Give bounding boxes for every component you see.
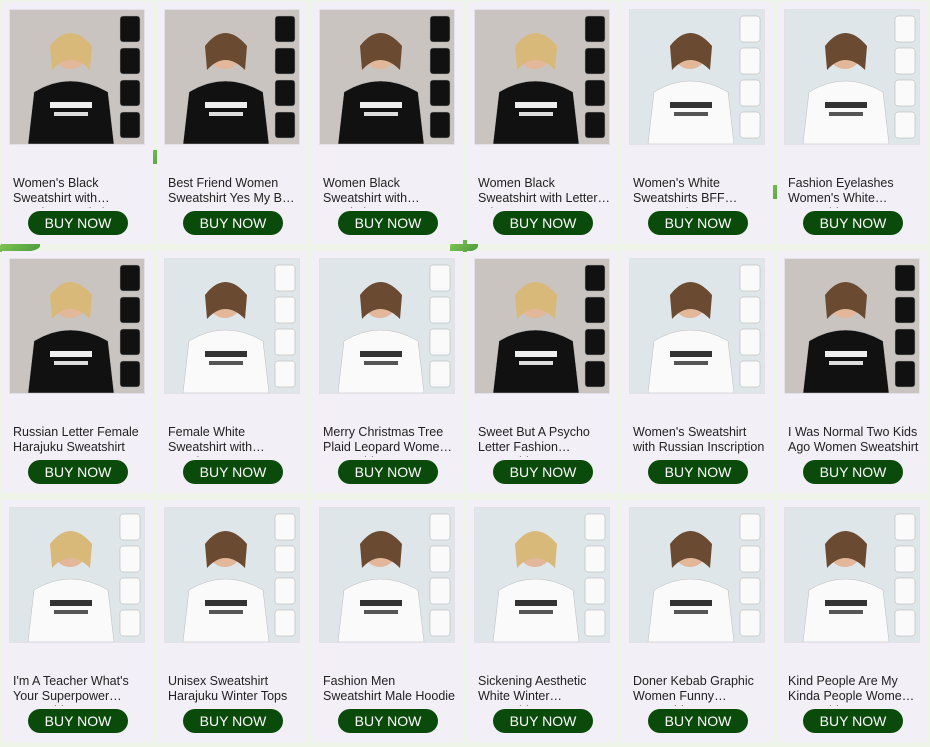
product-title[interactable]: Russian Letter Female Harajuku Sweatshir…	[13, 425, 145, 457]
product-image[interactable]	[319, 258, 455, 394]
buy-now-button[interactable]: BUY NOW	[648, 709, 748, 733]
buy-now-button[interactable]: BUY NOW	[28, 460, 128, 484]
product-title[interactable]: Kind People Are My Kinda People Women Sw…	[788, 674, 920, 706]
product-card[interactable]: Women's Sweatshirt with Russian Inscript…	[622, 251, 773, 493]
product-card[interactable]: Merry Christmas Tree Plaid Leopard Women…	[312, 251, 463, 493]
buy-now-button[interactable]: BUY NOW	[338, 709, 438, 733]
product-title[interactable]: Unisex Sweatshirt Harajuku Winter Tops	[168, 674, 300, 706]
product-title[interactable]: Women Black Sweatshirt with Inscription	[323, 176, 455, 208]
product-card[interactable]: Women Black Sweatshirt with Letter Print…	[467, 2, 618, 244]
product-image[interactable]	[784, 9, 920, 145]
product-title[interactable]: Sweet But A Psycho Letter Fashion Sweats…	[478, 425, 610, 457]
buy-now-button[interactable]: BUY NOW	[493, 211, 593, 235]
product-title[interactable]: Sickening Aesthetic White Winter Sweatsh…	[478, 674, 610, 706]
buy-now-button[interactable]: BUY NOW	[338, 211, 438, 235]
buy-now-button[interactable]: BUY NOW	[183, 709, 283, 733]
product-card[interactable]: Fashion Eyelashes Women's White Sweatshi…	[777, 2, 928, 244]
buy-now-button[interactable]: BUY NOW	[28, 709, 128, 733]
product-title[interactable]: Merry Christmas Tree Plaid Leopard Women…	[323, 425, 455, 457]
product-card[interactable]: Women's White Sweatshirts BFF Burger Fri…	[622, 2, 773, 244]
product-image[interactable]	[164, 507, 300, 643]
product-image[interactable]	[474, 9, 610, 145]
product-image[interactable]	[629, 9, 765, 145]
buy-now-button[interactable]: BUY NOW	[493, 460, 593, 484]
product-image[interactable]	[474, 507, 610, 643]
buy-now-button[interactable]: BUY NOW	[648, 211, 748, 235]
product-image[interactable]	[9, 258, 145, 394]
buy-now-button[interactable]: BUY NOW	[803, 709, 903, 733]
product-title[interactable]: Doner Kebab Graphic Women Funny Sweatshi…	[633, 674, 765, 706]
product-image[interactable]	[164, 258, 300, 394]
product-image[interactable]	[164, 9, 300, 145]
product-card[interactable]: Best Friend Women Sweatshirt Yes My BFF …	[157, 2, 308, 244]
product-title[interactable]: I Was Normal Two Kids Ago Women Sweatshi…	[788, 425, 920, 457]
product-grid: Women's Black Sweatshirt with Russian In…	[2, 2, 928, 742]
product-title[interactable]: Fashion Eyelashes Women's White Sweatshi…	[788, 176, 920, 208]
product-image[interactable]	[784, 258, 920, 394]
product-title[interactable]: Women's Black Sweatshirt with Russian In…	[13, 176, 145, 208]
product-image[interactable]	[629, 258, 765, 394]
product-card[interactable]: Female White Sweatshirt with Russian Let…	[157, 251, 308, 493]
product-image[interactable]	[784, 507, 920, 643]
product-card[interactable]: Fashion Men Sweatshirt Male Hoodie BUY NO…	[312, 500, 463, 742]
product-title[interactable]: I'm A Teacher What's Your Superpower Swe…	[13, 674, 145, 706]
product-image[interactable]	[9, 507, 145, 643]
product-card[interactable]: I Was Normal Two Kids Ago Women Sweatshi…	[777, 251, 928, 493]
product-image[interactable]	[629, 507, 765, 643]
buy-now-button[interactable]: BUY NOW	[338, 460, 438, 484]
product-title[interactable]: Women's White Sweatshirts BFF Burger Fri…	[633, 176, 765, 208]
buy-now-button[interactable]: BUY NOW	[183, 211, 283, 235]
product-card[interactable]: Unisex Sweatshirt Harajuku Winter Tops BU…	[157, 500, 308, 742]
buy-now-button[interactable]: BUY NOW	[183, 460, 283, 484]
buy-now-button[interactable]: BUY NOW	[28, 211, 128, 235]
product-title[interactable]: Female White Sweatshirt with Russian Let…	[168, 425, 300, 457]
product-card[interactable]: Sickening Aesthetic White Winter Sweatsh…	[467, 500, 618, 742]
product-card[interactable]: Women Black Sweatshirt with Inscription B…	[312, 2, 463, 244]
buy-now-button[interactable]: BUY NOW	[803, 460, 903, 484]
buy-now-button[interactable]: BUY NOW	[493, 709, 593, 733]
product-card[interactable]: Russian Letter Female Harajuku Sweatshir…	[2, 251, 153, 493]
product-title[interactable]: Women's Sweatshirt with Russian Inscript…	[633, 425, 765, 457]
buy-now-button[interactable]: BUY NOW	[648, 460, 748, 484]
product-title[interactable]: Fashion Men Sweatshirt Male Hoodie	[323, 674, 455, 706]
product-image[interactable]	[9, 9, 145, 145]
product-image[interactable]	[474, 258, 610, 394]
product-card[interactable]: Sweet But A Psycho Letter Fashion Sweats…	[467, 251, 618, 493]
product-card[interactable]: Doner Kebab Graphic Women Funny Sweatshi…	[622, 500, 773, 742]
product-title[interactable]: Women Black Sweatshirt with Letter Print	[478, 176, 610, 208]
product-card[interactable]: Women's Black Sweatshirt with Russian In…	[2, 2, 153, 244]
product-image[interactable]	[319, 9, 455, 145]
product-card[interactable]: Kind People Are My Kinda People Women Sw…	[777, 500, 928, 742]
product-image[interactable]	[319, 507, 455, 643]
product-card[interactable]: I'm A Teacher What's Your Superpower Swe…	[2, 500, 153, 742]
buy-now-button[interactable]: BUY NOW	[803, 211, 903, 235]
product-title[interactable]: Best Friend Women Sweatshirt Yes My BFF …	[168, 176, 300, 208]
